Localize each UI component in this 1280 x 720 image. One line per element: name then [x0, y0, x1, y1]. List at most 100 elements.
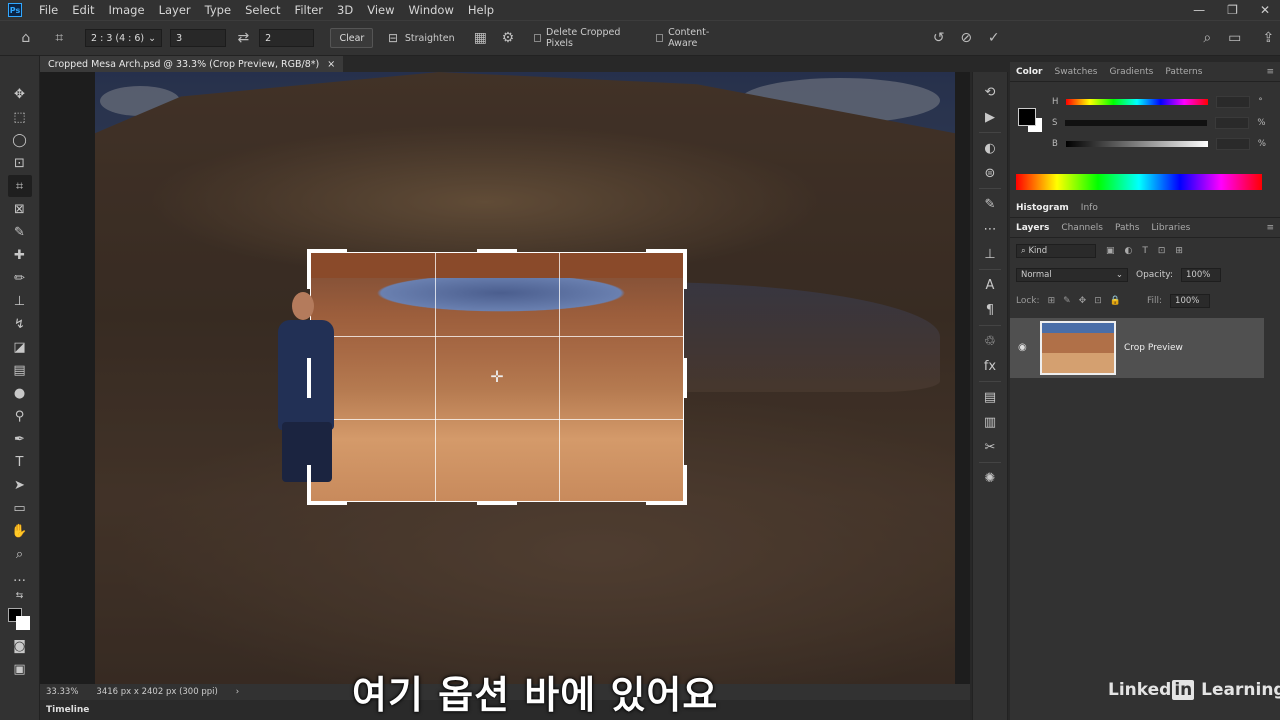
straighten-icon[interactable]: ⊟	[381, 25, 405, 51]
crop-tool-preset-icon[interactable]: ⌗	[48, 25, 72, 51]
cancel-icon[interactable]: ⊘	[954, 25, 978, 51]
delete-cropped-checkbox[interactable]: Delete Cropped Pixels	[533, 27, 640, 49]
foreground-color-swatch[interactable]	[1018, 108, 1036, 126]
crop-handle-right[interactable]	[683, 358, 687, 398]
libraries-icon[interactable]: ▤	[976, 386, 1004, 408]
brush-tool-icon[interactable]: ✏	[8, 267, 32, 289]
swap-colors-icon[interactable]: ⇆	[8, 589, 32, 603]
layer-filter-kind[interactable]: ⌕ Kind	[1016, 244, 1096, 258]
brush-settings-icon[interactable]: ✎	[976, 193, 1004, 215]
menu-select[interactable]: Select	[238, 3, 287, 17]
filter-shape-icon[interactable]: ⊡	[1158, 246, 1166, 256]
crop-handle-top-left[interactable]	[307, 249, 311, 289]
history-panel-icon[interactable]: ⟲	[976, 81, 1004, 103]
menu-help[interactable]: Help	[461, 3, 501, 17]
saturation-slider[interactable]	[1065, 120, 1208, 126]
background-color-swatch[interactable]	[16, 616, 30, 630]
crop-width-input[interactable]: 3	[170, 29, 226, 47]
search-icon[interactable]: ⌕	[1196, 25, 1220, 51]
screen-mode-icon[interactable]: ▣	[8, 658, 32, 680]
crop-handle-bottom[interactable]	[477, 501, 517, 505]
lock-position-icon[interactable]: ✥	[1079, 296, 1087, 306]
layer-name[interactable]: Crop Preview	[1124, 343, 1183, 353]
close-window-icon[interactable]: ✕	[1260, 3, 1270, 17]
hue-slider[interactable]	[1066, 99, 1209, 105]
restore-icon[interactable]: ❐	[1227, 3, 1238, 17]
close-tab-icon[interactable]: ×	[327, 59, 335, 70]
tab-channels[interactable]: Channels	[1061, 223, 1103, 233]
move-tool-icon[interactable]: ✥	[8, 83, 32, 105]
eraser-tool-icon[interactable]: ◪	[8, 336, 32, 358]
tool-presets-icon[interactable]: ✂	[976, 436, 1004, 458]
panel-menu-icon[interactable]: ≡	[1266, 67, 1274, 77]
crop-handle-top[interactable]	[477, 249, 517, 253]
visibility-eye-icon[interactable]: ◉	[1018, 342, 1027, 353]
lock-pixels-icon[interactable]: ✎	[1063, 296, 1071, 306]
lock-transparent-icon[interactable]: ⊞	[1048, 296, 1056, 306]
tab-libraries[interactable]: Libraries	[1151, 223, 1190, 233]
home-icon[interactable]: ⌂	[14, 25, 38, 51]
settings-gear-icon[interactable]: ⚙	[496, 25, 520, 51]
saturation-value-input[interactable]	[1215, 117, 1250, 129]
menu-window[interactable]: Window	[402, 3, 461, 17]
panel-menu-icon[interactable]: ≡	[1266, 223, 1274, 233]
layer-row-crop-preview[interactable]: ◉ Crop Preview	[1010, 318, 1264, 378]
marquee-tool-icon[interactable]: ⬚	[8, 106, 32, 128]
status-menu-arrow-icon[interactable]: ›	[236, 687, 239, 697]
menu-file[interactable]: File	[32, 3, 65, 17]
stamp-tool-icon[interactable]: ⊥	[8, 290, 32, 312]
properties-panel-icon[interactable]: ⊜	[976, 162, 1004, 184]
blur-tool-icon[interactable]: ●	[8, 382, 32, 404]
path-select-icon[interactable]: ➤	[8, 474, 32, 496]
tab-histogram[interactable]: Histogram	[1016, 203, 1069, 213]
crop-handle-bottom-left[interactable]	[307, 465, 311, 505]
crop-handle-top-left[interactable]	[307, 249, 347, 253]
crop-handle-left[interactable]	[307, 358, 311, 398]
filter-type-icon[interactable]: T	[1142, 246, 1148, 256]
filter-adjustment-icon[interactable]: ◐	[1125, 246, 1133, 256]
fill-input[interactable]: 100%	[1170, 294, 1211, 308]
lasso-tool-icon[interactable]: ◯	[8, 129, 32, 151]
brightness-slider-row[interactable]: B %	[1052, 138, 1266, 150]
hue-slider-row[interactable]: H °	[1052, 96, 1263, 108]
commit-check-icon[interactable]: ✓	[982, 25, 1006, 51]
dodge-tool-icon[interactable]: ⚲	[8, 405, 32, 427]
tab-paths[interactable]: Paths	[1115, 223, 1139, 233]
tab-patterns[interactable]: Patterns	[1165, 67, 1202, 77]
straighten-label[interactable]: Straighten	[405, 33, 455, 44]
clone-source-icon[interactable]: ⊥	[976, 243, 1004, 265]
clear-button[interactable]: Clear	[330, 28, 374, 48]
notes-icon[interactable]: ▥	[976, 411, 1004, 433]
glyphs-panel-icon[interactable]: ♲	[976, 330, 1004, 352]
lock-artboard-icon[interactable]: ⊡	[1094, 296, 1102, 306]
object-select-tool-icon[interactable]: ⊡	[8, 152, 32, 174]
3d-panel-icon[interactable]: ✺	[976, 467, 1004, 489]
styles-panel-icon[interactable]: fx	[976, 355, 1004, 377]
workspace-icon[interactable]: ▭	[1223, 25, 1247, 51]
color-spectrum[interactable]	[1016, 174, 1262, 190]
swap-dimensions-icon[interactable]: ⇄	[232, 25, 256, 51]
character-panel-icon[interactable]: A	[976, 274, 1004, 296]
tab-gradients[interactable]: Gradients	[1110, 67, 1154, 77]
filter-smart-icon[interactable]: ⊞	[1175, 246, 1183, 256]
crop-handle-top-right[interactable]	[683, 249, 687, 289]
reset-icon[interactable]: ↺	[927, 25, 951, 51]
paragraph-panel-icon[interactable]: ¶	[976, 299, 1004, 321]
crop-tool-icon[interactable]: ⌗	[7, 175, 32, 197]
brightness-slider[interactable]	[1065, 141, 1208, 147]
hue-value-input[interactable]	[1216, 96, 1251, 108]
hand-tool-icon[interactable]: ✋	[8, 520, 32, 542]
crop-handle-top-right[interactable]	[646, 249, 687, 253]
filter-pixel-icon[interactable]: ▣	[1106, 246, 1115, 256]
menu-type[interactable]: Type	[198, 3, 238, 17]
actions-panel-icon[interactable]: ▶	[976, 106, 1004, 128]
menu-image[interactable]: Image	[102, 3, 152, 17]
tab-color[interactable]: Color	[1016, 67, 1043, 77]
timeline-tab[interactable]: Timeline	[46, 705, 89, 715]
blend-mode-select[interactable]: Normal ⌄	[1016, 268, 1128, 282]
tab-layers[interactable]: Layers	[1016, 223, 1049, 233]
gradient-tool-icon[interactable]: ▤	[8, 359, 32, 381]
tab-swatches[interactable]: Swatches	[1055, 67, 1098, 77]
crop-handle-bottom-right[interactable]	[646, 501, 687, 505]
crop-handle-bottom-left[interactable]	[307, 501, 347, 505]
